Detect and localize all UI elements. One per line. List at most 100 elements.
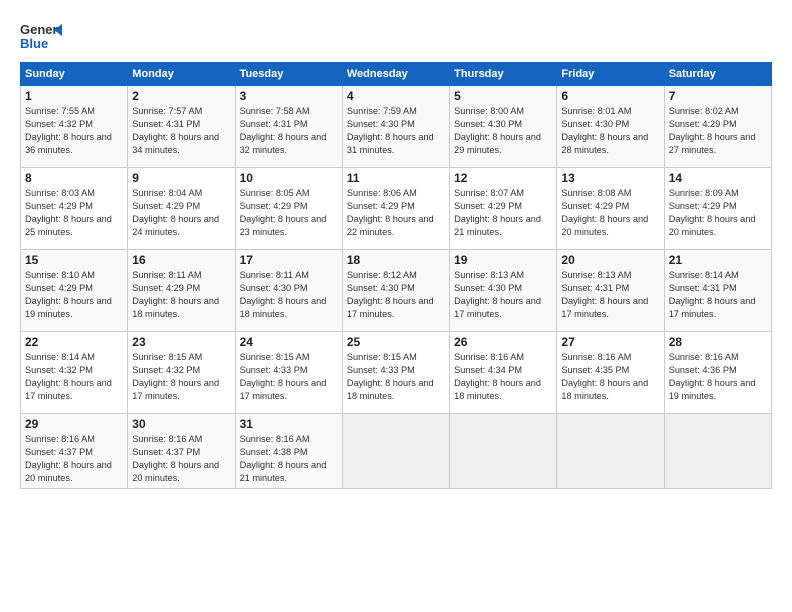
weekday-monday: Monday	[128, 63, 235, 86]
day-cell: 29 Sunrise: 8:16 AMSunset: 4:37 PMDaylig…	[21, 414, 128, 489]
day-cell: 26 Sunrise: 8:16 AMSunset: 4:34 PMDaylig…	[450, 332, 557, 414]
day-info: Sunrise: 8:14 AMSunset: 4:32 PMDaylight:…	[25, 351, 123, 403]
weekday-wednesday: Wednesday	[342, 63, 449, 86]
day-cell: 28 Sunrise: 8:16 AMSunset: 4:36 PMDaylig…	[664, 332, 771, 414]
day-number: 17	[240, 253, 338, 267]
day-number: 21	[669, 253, 767, 267]
day-number: 22	[25, 335, 123, 349]
day-number: 7	[669, 89, 767, 103]
day-cell: 17 Sunrise: 8:11 AMSunset: 4:30 PMDaylig…	[235, 250, 342, 332]
header: General Blue	[20, 18, 772, 54]
day-number: 18	[347, 253, 445, 267]
weekday-friday: Friday	[557, 63, 664, 86]
day-cell: 20 Sunrise: 8:13 AMSunset: 4:31 PMDaylig…	[557, 250, 664, 332]
day-cell	[557, 414, 664, 489]
week-row-2: 8 Sunrise: 8:03 AMSunset: 4:29 PMDayligh…	[21, 168, 772, 250]
day-cell: 10 Sunrise: 8:05 AMSunset: 4:29 PMDaylig…	[235, 168, 342, 250]
day-info: Sunrise: 8:15 AMSunset: 4:32 PMDaylight:…	[132, 351, 230, 403]
day-info: Sunrise: 8:16 AMSunset: 4:34 PMDaylight:…	[454, 351, 552, 403]
day-cell	[450, 414, 557, 489]
day-number: 25	[347, 335, 445, 349]
weekday-saturday: Saturday	[664, 63, 771, 86]
day-cell	[342, 414, 449, 489]
day-info: Sunrise: 7:59 AMSunset: 4:30 PMDaylight:…	[347, 105, 445, 157]
weekday-tuesday: Tuesday	[235, 63, 342, 86]
day-number: 3	[240, 89, 338, 103]
day-cell: 16 Sunrise: 8:11 AMSunset: 4:29 PMDaylig…	[128, 250, 235, 332]
day-number: 20	[561, 253, 659, 267]
week-row-3: 15 Sunrise: 8:10 AMSunset: 4:29 PMDaylig…	[21, 250, 772, 332]
day-info: Sunrise: 7:55 AMSunset: 4:32 PMDaylight:…	[25, 105, 123, 157]
day-info: Sunrise: 7:58 AMSunset: 4:31 PMDaylight:…	[240, 105, 338, 157]
day-number: 15	[25, 253, 123, 267]
day-info: Sunrise: 8:16 AMSunset: 4:37 PMDaylight:…	[25, 433, 123, 485]
day-info: Sunrise: 8:02 AMSunset: 4:29 PMDaylight:…	[669, 105, 767, 157]
day-info: Sunrise: 8:15 AMSunset: 4:33 PMDaylight:…	[347, 351, 445, 403]
day-info: Sunrise: 8:13 AMSunset: 4:31 PMDaylight:…	[561, 269, 659, 321]
day-cell: 31 Sunrise: 8:16 AMSunset: 4:38 PMDaylig…	[235, 414, 342, 489]
day-cell: 23 Sunrise: 8:15 AMSunset: 4:32 PMDaylig…	[128, 332, 235, 414]
day-info: Sunrise: 7:57 AMSunset: 4:31 PMDaylight:…	[132, 105, 230, 157]
day-number: 11	[347, 171, 445, 185]
day-number: 29	[25, 417, 123, 431]
day-number: 10	[240, 171, 338, 185]
day-info: Sunrise: 8:10 AMSunset: 4:29 PMDaylight:…	[25, 269, 123, 321]
week-row-4: 22 Sunrise: 8:14 AMSunset: 4:32 PMDaylig…	[21, 332, 772, 414]
day-cell: 1 Sunrise: 7:55 AMSunset: 4:32 PMDayligh…	[21, 86, 128, 168]
day-number: 1	[25, 89, 123, 103]
svg-text:Blue: Blue	[20, 36, 48, 51]
day-number: 2	[132, 89, 230, 103]
day-cell: 19 Sunrise: 8:13 AMSunset: 4:30 PMDaylig…	[450, 250, 557, 332]
day-cell	[664, 414, 771, 489]
day-number: 9	[132, 171, 230, 185]
day-cell: 2 Sunrise: 7:57 AMSunset: 4:31 PMDayligh…	[128, 86, 235, 168]
day-cell: 22 Sunrise: 8:14 AMSunset: 4:32 PMDaylig…	[21, 332, 128, 414]
day-info: Sunrise: 8:07 AMSunset: 4:29 PMDaylight:…	[454, 187, 552, 239]
day-info: Sunrise: 8:03 AMSunset: 4:29 PMDaylight:…	[25, 187, 123, 239]
day-cell: 11 Sunrise: 8:06 AMSunset: 4:29 PMDaylig…	[342, 168, 449, 250]
day-cell: 24 Sunrise: 8:15 AMSunset: 4:33 PMDaylig…	[235, 332, 342, 414]
day-cell: 8 Sunrise: 8:03 AMSunset: 4:29 PMDayligh…	[21, 168, 128, 250]
day-cell: 9 Sunrise: 8:04 AMSunset: 4:29 PMDayligh…	[128, 168, 235, 250]
day-number: 12	[454, 171, 552, 185]
week-row-5: 29 Sunrise: 8:16 AMSunset: 4:37 PMDaylig…	[21, 414, 772, 489]
day-info: Sunrise: 8:09 AMSunset: 4:29 PMDaylight:…	[669, 187, 767, 239]
day-info: Sunrise: 8:15 AMSunset: 4:33 PMDaylight:…	[240, 351, 338, 403]
day-info: Sunrise: 8:04 AMSunset: 4:29 PMDaylight:…	[132, 187, 230, 239]
day-info: Sunrise: 8:14 AMSunset: 4:31 PMDaylight:…	[669, 269, 767, 321]
day-info: Sunrise: 8:16 AMSunset: 4:35 PMDaylight:…	[561, 351, 659, 403]
weekday-thursday: Thursday	[450, 63, 557, 86]
day-cell: 25 Sunrise: 8:15 AMSunset: 4:33 PMDaylig…	[342, 332, 449, 414]
day-cell: 3 Sunrise: 7:58 AMSunset: 4:31 PMDayligh…	[235, 86, 342, 168]
day-cell: 18 Sunrise: 8:12 AMSunset: 4:30 PMDaylig…	[342, 250, 449, 332]
day-info: Sunrise: 8:05 AMSunset: 4:29 PMDaylight:…	[240, 187, 338, 239]
day-info: Sunrise: 8:00 AMSunset: 4:30 PMDaylight:…	[454, 105, 552, 157]
day-cell: 13 Sunrise: 8:08 AMSunset: 4:29 PMDaylig…	[557, 168, 664, 250]
day-info: Sunrise: 8:06 AMSunset: 4:29 PMDaylight:…	[347, 187, 445, 239]
day-number: 24	[240, 335, 338, 349]
calendar-page: General Blue SundayMondayTuesdayWednesda…	[0, 0, 792, 612]
day-info: Sunrise: 8:12 AMSunset: 4:30 PMDaylight:…	[347, 269, 445, 321]
weekday-sunday: Sunday	[21, 63, 128, 86]
day-info: Sunrise: 8:13 AMSunset: 4:30 PMDaylight:…	[454, 269, 552, 321]
day-cell: 7 Sunrise: 8:02 AMSunset: 4:29 PMDayligh…	[664, 86, 771, 168]
day-number: 14	[669, 171, 767, 185]
day-number: 4	[347, 89, 445, 103]
day-info: Sunrise: 8:16 AMSunset: 4:37 PMDaylight:…	[132, 433, 230, 485]
day-number: 19	[454, 253, 552, 267]
day-number: 16	[132, 253, 230, 267]
day-cell: 15 Sunrise: 8:10 AMSunset: 4:29 PMDaylig…	[21, 250, 128, 332]
day-number: 13	[561, 171, 659, 185]
day-number: 6	[561, 89, 659, 103]
day-info: Sunrise: 8:01 AMSunset: 4:30 PMDaylight:…	[561, 105, 659, 157]
day-cell: 4 Sunrise: 7:59 AMSunset: 4:30 PMDayligh…	[342, 86, 449, 168]
weekday-header-row: SundayMondayTuesdayWednesdayThursdayFrid…	[21, 63, 772, 86]
logo: General Blue	[20, 18, 62, 54]
day-cell: 5 Sunrise: 8:00 AMSunset: 4:30 PMDayligh…	[450, 86, 557, 168]
day-info: Sunrise: 8:16 AMSunset: 4:38 PMDaylight:…	[240, 433, 338, 485]
day-cell: 14 Sunrise: 8:09 AMSunset: 4:29 PMDaylig…	[664, 168, 771, 250]
day-info: Sunrise: 8:16 AMSunset: 4:36 PMDaylight:…	[669, 351, 767, 403]
day-number: 31	[240, 417, 338, 431]
day-number: 5	[454, 89, 552, 103]
day-number: 28	[669, 335, 767, 349]
